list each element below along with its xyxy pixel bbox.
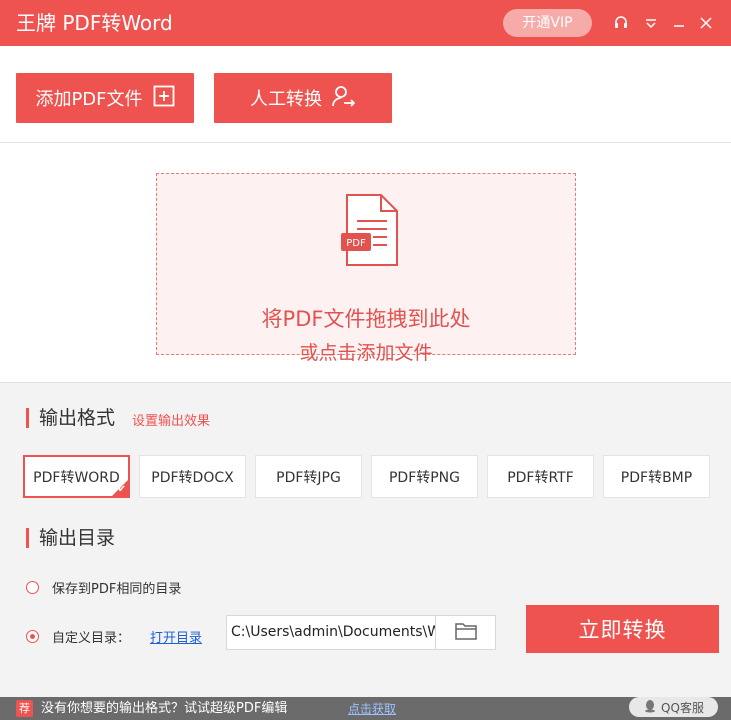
radio-custom-dir[interactable]: 自定义目录：	[26, 627, 130, 646]
bottom-promo-bar: 荐 没有你想要的输出格式？试试超级PDF编辑 点击获取 QQ客服	[0, 697, 731, 720]
user-arrow-icon	[332, 85, 356, 112]
qq-support-button[interactable]: QQ客服	[629, 697, 718, 717]
format-option-label: PDF转WORD	[33, 469, 120, 486]
plus-box-icon	[153, 85, 175, 112]
format-option-docx[interactable]: PDF转DOCX	[139, 455, 246, 498]
output-dir-title: 输出目录	[39, 527, 116, 549]
drop-hint-line2: 或点击添加文件	[299, 342, 433, 364]
app-title: 王牌 PDF转Word	[16, 11, 173, 35]
menu-icon[interactable]	[641, 13, 661, 33]
format-option-label: PDF转PNG	[388, 469, 461, 486]
folder-icon	[454, 622, 477, 644]
format-option-label: PDF转BMP	[620, 469, 693, 486]
manual-convert-button[interactable]: 人工转换	[214, 73, 392, 123]
recommend-badge: 荐	[16, 700, 33, 717]
drop-hint-line1: 将PDF文件拖拽到此处	[261, 307, 471, 331]
output-format-title: 输出格式	[39, 407, 116, 429]
open-directory-link[interactable]: 打开目录	[150, 627, 202, 646]
convert-now-button[interactable]: 立即转换	[526, 605, 719, 653]
promo-text: 没有你想要的输出格式？试试超级PDF编辑	[41, 701, 288, 716]
format-option-jpg[interactable]: PDF转JPG	[255, 455, 362, 498]
minimize-icon[interactable]	[669, 13, 689, 33]
title-bar: 王牌 PDF转Word 开通VIP	[0, 0, 731, 46]
manual-convert-label: 人工转换	[250, 89, 322, 110]
format-option-bmp[interactable]: PDF转BMP	[603, 455, 710, 498]
output-path-field[interactable]: C:\Users\admin\Documents\W	[226, 615, 436, 650]
pdf-file-icon: PDF	[341, 193, 401, 273]
section-accent-bar	[26, 408, 29, 428]
format-option-png[interactable]: PDF转PNG	[371, 455, 478, 498]
toolbar: 添加PDF文件 人工转换	[0, 46, 731, 143]
radio-button[interactable]	[26, 630, 39, 643]
add-pdf-button[interactable]: 添加PDF文件	[16, 73, 194, 123]
format-option-label: PDF转DOCX	[151, 469, 234, 486]
vip-button[interactable]: 开通VIP	[503, 9, 592, 37]
qq-icon	[643, 699, 657, 716]
format-option-rtf[interactable]: PDF转RTF	[487, 455, 594, 498]
radio-same-dir[interactable]: 保存到PDF相同的目录	[26, 578, 181, 597]
section-accent-bar	[26, 528, 29, 548]
browse-folder-button[interactable]	[435, 615, 496, 650]
close-icon[interactable]	[696, 13, 716, 33]
radio-same-dir-label: 保存到PDF相同的目录	[52, 582, 182, 597]
format-option-label: PDF转RTF	[507, 469, 574, 486]
pdf-badge-text: PDF	[346, 238, 366, 249]
drop-panel: PDF 将PDF文件拖拽到此处 或点击添加文件	[0, 143, 731, 383]
headset-icon[interactable]	[611, 13, 631, 33]
radio-custom-dir-label: 自定义目录：	[52, 631, 131, 646]
promo-get-link[interactable]: 点击获取	[348, 701, 396, 717]
format-option-word[interactable]: PDF转WORD ✔	[23, 455, 130, 498]
add-pdf-label: 添加PDF文件	[35, 89, 143, 110]
check-icon: ✔	[117, 484, 126, 495]
format-option-label: PDF转JPG	[276, 469, 341, 486]
qq-support-label: QQ客服	[661, 700, 704, 715]
radio-button[interactable]	[26, 581, 39, 594]
output-settings-link[interactable]: 设置输出效果	[132, 410, 210, 429]
file-drop-zone[interactable]: PDF 将PDF文件拖拽到此处 或点击添加文件	[156, 173, 576, 364]
